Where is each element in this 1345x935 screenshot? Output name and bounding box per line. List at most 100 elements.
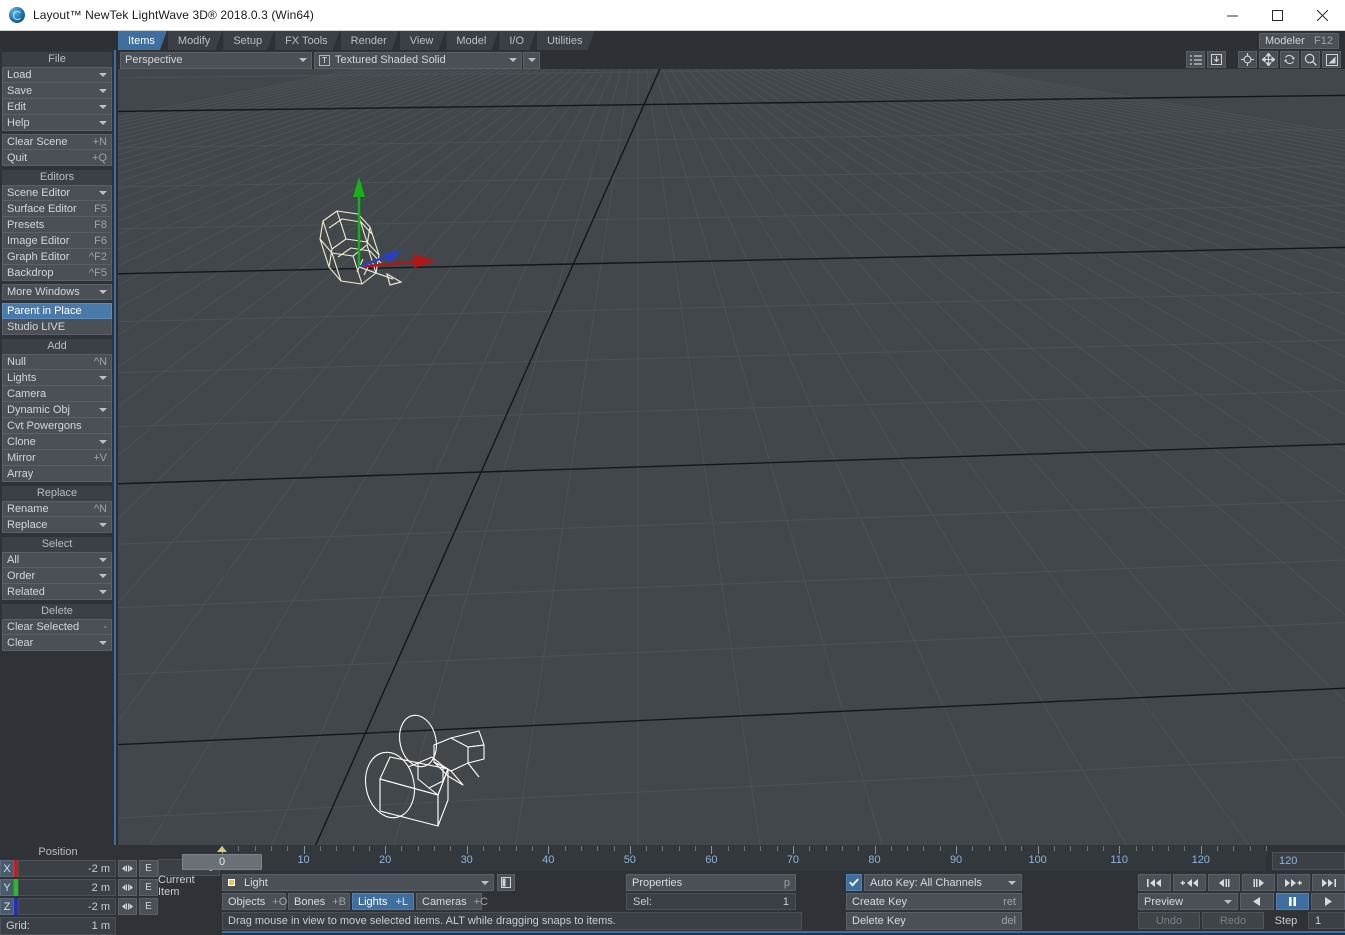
view-mode-dropdown[interactable]: Perspective bbox=[120, 52, 312, 69]
zoom-icon[interactable] bbox=[1301, 51, 1320, 68]
mode-button-objects[interactable]: Objects+O bbox=[222, 893, 286, 910]
sidebar-item-order[interactable]: Order bbox=[2, 568, 112, 584]
sidebar-item-mirror[interactable]: Mirror+V bbox=[2, 450, 112, 466]
save-viewport-icon[interactable] bbox=[1207, 51, 1226, 68]
chevron-down-icon bbox=[99, 73, 107, 77]
delete-key-button[interactable]: Delete Key del bbox=[846, 912, 1022, 930]
sidebar-item-null[interactable]: Null^N bbox=[2, 354, 112, 370]
axis-value-x[interactable]: -2 m bbox=[18, 860, 116, 877]
sidebar-item-surface-editor[interactable]: Surface EditorF5 bbox=[2, 201, 112, 217]
step-back-icon[interactable] bbox=[1208, 874, 1241, 891]
tab-view[interactable]: View bbox=[400, 31, 446, 50]
sidebar-item-rename[interactable]: Rename^N bbox=[2, 501, 112, 517]
edit-x-button[interactable]: E bbox=[139, 860, 158, 877]
mode-button-bones[interactable]: Bones+B bbox=[288, 893, 350, 910]
camera-object bbox=[360, 712, 484, 826]
maximize-icon[interactable] bbox=[1255, 0, 1300, 31]
mode-button-lights[interactable]: Lights+L bbox=[352, 893, 414, 910]
tab-render[interactable]: Render bbox=[341, 31, 399, 50]
tab-modify[interactable]: Modify bbox=[168, 31, 222, 50]
skip-to-start-icon[interactable] bbox=[1138, 874, 1171, 891]
list-icon[interactable] bbox=[1186, 51, 1205, 68]
panel-toggle-icon[interactable] bbox=[497, 874, 515, 891]
step-forward-icon[interactable] bbox=[1242, 874, 1275, 891]
tab-i-o[interactable]: I/O bbox=[499, 31, 536, 50]
axis-value-z[interactable]: -2 m bbox=[18, 898, 116, 915]
sidebar-item-camera[interactable]: Camera bbox=[2, 386, 112, 402]
sidebar-item-clear[interactable]: Clear bbox=[2, 635, 112, 651]
sidebar-item-clone[interactable]: Clone bbox=[2, 434, 112, 450]
timeline[interactable]: 01020304050607080901001101200 120 bbox=[222, 845, 1345, 871]
sidebar-item-save[interactable]: Save bbox=[2, 83, 112, 99]
sidebar-item-parent-in-place[interactable]: Parent in Place bbox=[2, 303, 112, 319]
sidebar-item-backdrop[interactable]: Backdrop^F5 bbox=[2, 265, 112, 281]
sidebar-item-image-editor[interactable]: Image EditorF6 bbox=[2, 233, 112, 249]
axis-label-y[interactable]: Y bbox=[0, 879, 14, 896]
viewport[interactable]: Perspective T Textured Shaded Solid bbox=[118, 50, 1345, 845]
preview-dropdown[interactable]: Preview bbox=[1138, 893, 1238, 910]
timeline-ruler[interactable]: 01020304050607080901001101200 bbox=[222, 845, 1266, 871]
sidebar-item-help[interactable]: Help bbox=[2, 115, 112, 131]
sidebar-item-clear-scene[interactable]: Clear Scene+N bbox=[2, 134, 112, 150]
play-icon[interactable] bbox=[1311, 893, 1345, 910]
properties-button[interactable]: Properties p bbox=[626, 874, 796, 891]
chevron-down-icon bbox=[99, 191, 107, 195]
next-key-icon[interactable] bbox=[1277, 874, 1310, 891]
timeline-slider-thumb[interactable]: 0 bbox=[182, 854, 262, 870]
sidebar-item-array[interactable]: Array bbox=[2, 466, 112, 482]
rotate-icon[interactable] bbox=[1280, 51, 1299, 68]
timeline-tick bbox=[304, 846, 305, 854]
shading-mode-dropdown[interactable]: T Textured Shaded Solid bbox=[314, 52, 522, 69]
edit-y-button[interactable]: E bbox=[139, 879, 158, 896]
sidebar-item-presets[interactable]: PresetsF8 bbox=[2, 217, 112, 233]
sidebar-item-more-windows[interactable]: More Windows bbox=[2, 284, 112, 300]
sidebar-item-cvt-powergons[interactable]: Cvt Powergons bbox=[2, 418, 112, 434]
nudge-z-button[interactable] bbox=[118, 898, 137, 915]
nudge-x-button[interactable] bbox=[118, 860, 137, 877]
axis-label-z[interactable]: Z bbox=[0, 898, 14, 915]
skip-to-end-icon[interactable] bbox=[1312, 874, 1345, 891]
sidebar-item-quit[interactable]: Quit+Q bbox=[2, 150, 112, 166]
move-center-icon[interactable] bbox=[1238, 51, 1257, 68]
step-value-field[interactable]: 1 bbox=[1308, 912, 1345, 929]
undo-button[interactable]: Undo bbox=[1138, 912, 1200, 929]
sidebar-item-clear-selected[interactable]: Clear Selected- bbox=[2, 619, 112, 635]
axis-value-y[interactable]: 2 m bbox=[18, 879, 116, 896]
sel-label: Sel: bbox=[633, 896, 652, 908]
maximize-viewport-icon[interactable] bbox=[1322, 51, 1341, 68]
prev-key-icon[interactable] bbox=[1173, 874, 1206, 891]
nudge-y-button[interactable] bbox=[118, 879, 137, 896]
redo-button[interactable]: Redo bbox=[1202, 912, 1264, 929]
minimize-icon[interactable] bbox=[1210, 0, 1255, 31]
sidebar-item-lights[interactable]: Lights bbox=[2, 370, 112, 386]
auto-key-checkbox[interactable] bbox=[846, 874, 862, 891]
axis-label-x[interactable]: X bbox=[0, 860, 14, 877]
tab-fx-tools[interactable]: FX Tools bbox=[275, 31, 340, 50]
tab-utilities[interactable]: Utilities bbox=[537, 31, 594, 50]
sidebar-item-edit[interactable]: Edit bbox=[2, 99, 112, 115]
close-icon[interactable] bbox=[1300, 0, 1345, 31]
viewport-options-dropdown[interactable] bbox=[523, 52, 540, 69]
timeline-tick bbox=[418, 846, 419, 851]
sidebar-item-replace[interactable]: Replace bbox=[2, 517, 112, 533]
sidebar-item-all[interactable]: All bbox=[2, 552, 112, 568]
sidebar-item-related[interactable]: Related bbox=[2, 584, 112, 600]
tab-items[interactable]: Items bbox=[118, 31, 167, 50]
tab-setup[interactable]: Setup bbox=[223, 31, 274, 50]
sidebar-item-scene-editor[interactable]: Scene Editor bbox=[2, 185, 112, 201]
sidebar-item-load[interactable]: Load bbox=[2, 67, 112, 83]
edit-z-button[interactable]: E bbox=[139, 898, 158, 915]
pan-icon[interactable] bbox=[1259, 51, 1278, 68]
play-reverse-icon[interactable] bbox=[1240, 893, 1274, 910]
modeler-button[interactable]: Modeler F12 bbox=[1259, 33, 1339, 49]
mode-button-cameras[interactable]: Cameras+C bbox=[416, 893, 482, 910]
create-key-button[interactable]: Create Key ret bbox=[846, 893, 1022, 910]
sidebar-item-studio-live[interactable]: Studio LIVE bbox=[2, 319, 112, 335]
sidebar-item-dynamic-obj[interactable]: Dynamic Obj bbox=[2, 402, 112, 418]
current-item-dropdown[interactable]: Light bbox=[222, 874, 494, 891]
auto-key-dropdown[interactable]: Auto Key: All Channels bbox=[864, 874, 1022, 891]
tab-model[interactable]: Model bbox=[446, 31, 498, 50]
end-frame-field[interactable]: 120 bbox=[1272, 852, 1345, 870]
pause-icon[interactable] bbox=[1276, 893, 1310, 910]
sidebar-item-graph-editor[interactable]: Graph Editor^F2 bbox=[2, 249, 112, 265]
